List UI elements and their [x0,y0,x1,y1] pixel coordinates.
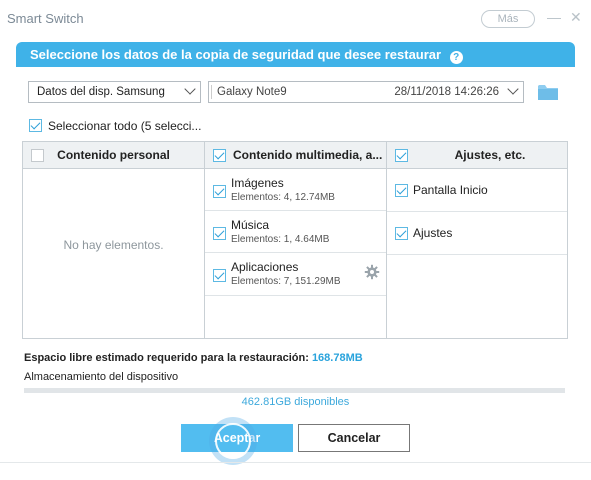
title-bar: Smart Switch Más — ✕ [0,0,591,38]
chevron-down-icon [184,83,196,95]
backup-select[interactable]: Galaxy Note9 28/11/2018 14:26:26 [208,81,524,103]
required-space: Espacio libre estimado requerido para la… [24,352,363,364]
checkbox-icon [213,227,226,240]
column-settings: Ajustes, etc. Pantalla Inicio Ajustes [387,142,567,338]
checkbox-icon [213,269,226,282]
item-name: Ajustes [413,226,453,240]
checkbox-icon [29,119,42,132]
storage-bar [24,388,565,393]
divider [211,85,212,99]
cancel-button[interactable]: Cancelar [298,424,410,452]
column-header-settings[interactable]: Ajustes, etc. [387,142,567,169]
checkbox-icon [213,185,226,198]
column-header-personal[interactable]: Contenido personal [23,142,204,169]
item-detail: Elementos: 1, 4.64MB [231,234,330,245]
item-name: Imágenes [231,176,284,190]
help-icon[interactable]: ? [449,51,463,64]
list-item-home-screen[interactable]: Pantalla Inicio [387,169,567,212]
checkbox-icon [213,149,226,162]
folder-icon[interactable] [537,83,559,101]
accept-button[interactable]: Aceptar [181,424,293,452]
dialog-title: Seleccione los datos de la copia de segu… [30,47,442,62]
list-item-music[interactable]: Música Elementos: 1, 4.64MB [205,211,386,253]
checkbox-icon [395,149,408,162]
column-header-label: Ajustes, etc. [454,148,526,162]
item-detail: Elementos: 4, 12.74MB [231,192,335,203]
item-name: Pantalla Inicio [413,183,488,197]
app-title: Smart Switch [7,11,84,26]
device-type-select[interactable]: Datos del disp. Samsung [28,81,201,103]
column-header-multimedia[interactable]: Contenido multimedia, a... [205,142,386,169]
chevron-down-icon [507,83,519,95]
divider [0,462,591,463]
list-item-images[interactable]: Imágenes Elementos: 4, 12.74MB [205,169,386,211]
restore-dialog: Seleccione los datos de la copia de segu… [16,42,575,463]
close-button[interactable]: ✕ [570,9,582,25]
item-name: Aplicaciones [231,260,299,274]
minimize-button[interactable]: — [547,9,561,25]
available-space: 462.81GB disponibles [241,396,350,408]
column-personal: Contenido personal No hay elementos. [23,142,205,338]
more-button[interactable]: Más [481,10,535,28]
column-multimedia: Contenido multimedia, a... Imágenes Elem… [205,142,387,338]
empty-message: No hay elementos. [63,238,164,252]
select-all-label: Seleccionar todo (5 selecci... [48,119,202,133]
required-space-value: 168.78MB [311,352,363,364]
item-name: Música [231,218,270,232]
column-header-label: Contenido personal [57,148,170,162]
backup-date: 28/11/2018 14:26:26 [394,86,499,98]
list-item-settings[interactable]: Ajustes [387,212,567,255]
storage-location-label: Almacenamiento del dispositivo [24,371,179,383]
checkbox-icon [395,184,408,197]
select-all-checkbox[interactable]: Seleccionar todo (5 selecci... [29,119,201,133]
item-detail: Elementos: 7, 151.29MB [231,276,341,287]
content-grid: Contenido personal No hay elementos. Con… [22,141,568,339]
column-header-label: Contenido multimedia, a... [233,148,383,162]
checkbox-icon [395,227,408,240]
backup-device-name: Galaxy Note9 [217,86,287,98]
required-space-label: Espacio libre estimado requerido para la… [24,352,309,364]
device-type-value: Datos del disp. Samsung [37,86,165,98]
gear-icon[interactable] [364,264,380,280]
list-item-apps[interactable]: Aplicaciones Elementos: 7, 151.29MB [205,253,386,296]
dialog-header: Seleccione los datos de la copia de segu… [16,42,575,67]
